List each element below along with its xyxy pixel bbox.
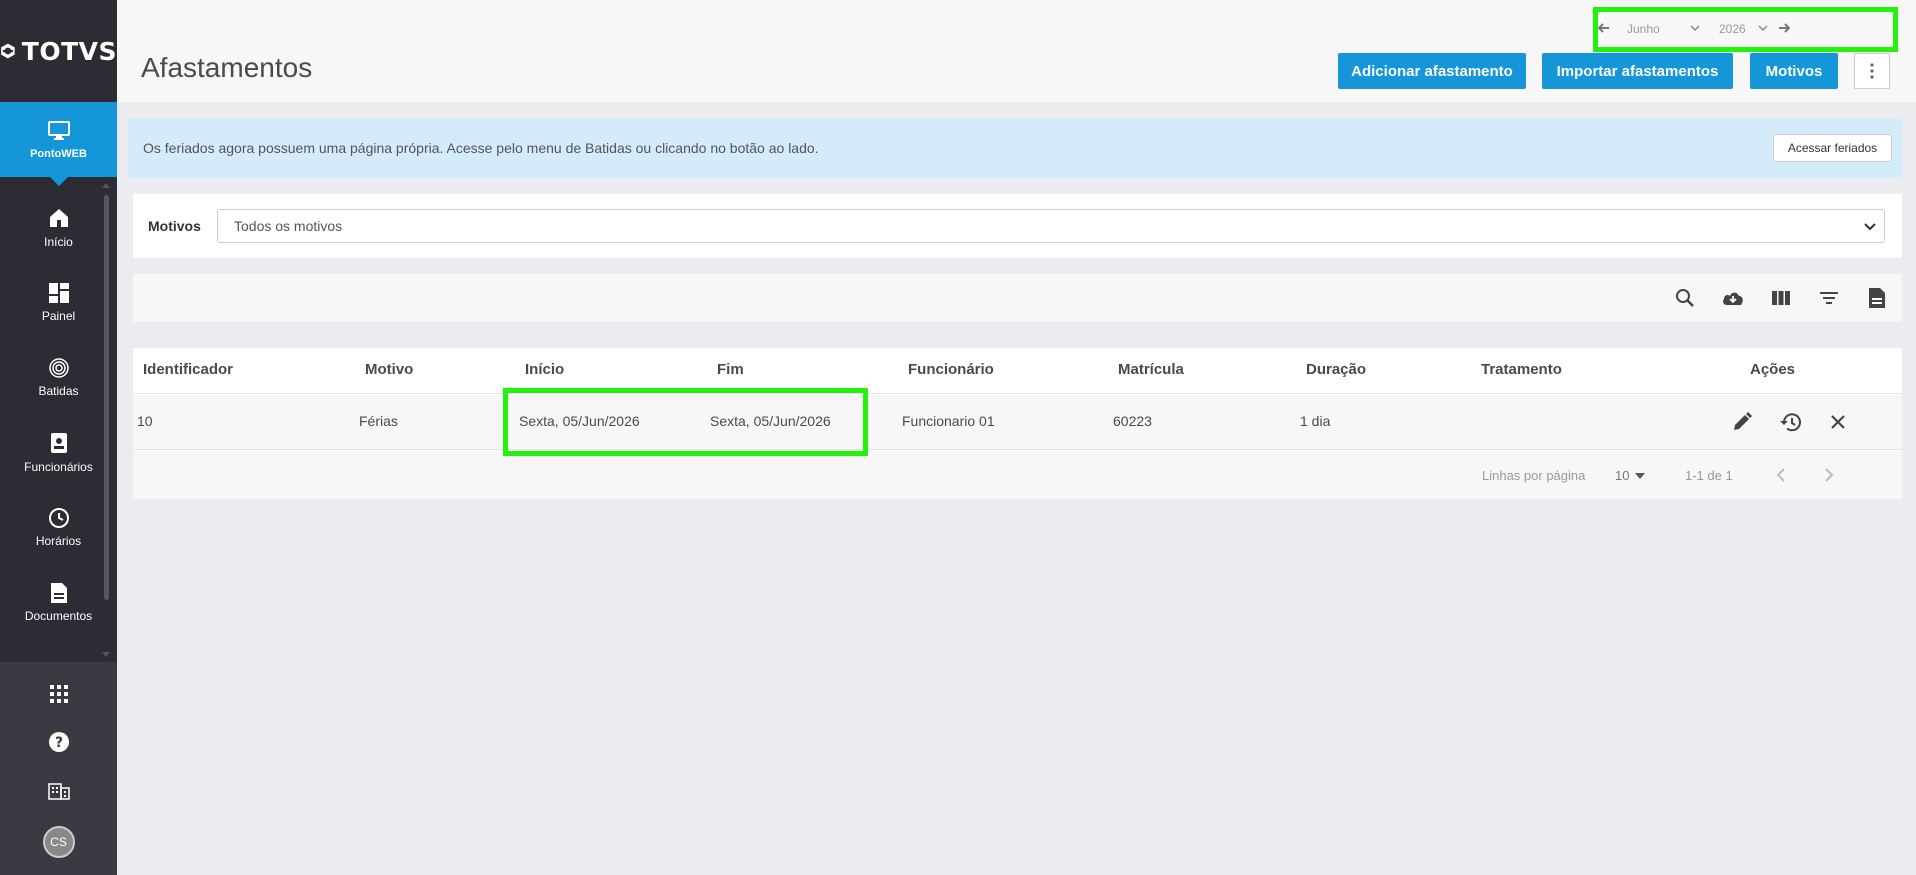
filter-icon[interactable]: [1817, 286, 1841, 310]
sidebar-item-label: Painel: [41, 309, 76, 323]
scroll-up-arrow[interactable]: [102, 183, 110, 188]
sidebar-item-horarios[interactable]: Horários: [0, 490, 117, 565]
building-icon[interactable]: [47, 778, 71, 802]
next-page-icon[interactable]: [1819, 465, 1839, 485]
pagination-range: 1-1 de 1: [1685, 468, 1733, 483]
period-highlight-box: [1593, 7, 1898, 52]
filter-label: Motivos: [148, 218, 201, 234]
banner-text: Os feriados agora possuem uma página pró…: [143, 140, 819, 156]
help-icon[interactable]: ?: [47, 730, 71, 754]
access-holidays-button[interactable]: Acessar feriados: [1773, 134, 1892, 162]
sidebar-item-label: Documentos: [24, 609, 93, 623]
sidebar-item-inicio[interactable]: Início: [0, 190, 117, 265]
cell-matricula: 60223: [1113, 413, 1152, 429]
sidebar-item-painel[interactable]: Painel: [0, 265, 117, 340]
cell-duracao: 1 dia: [1300, 413, 1331, 429]
report-icon[interactable]: [1865, 286, 1889, 310]
sidebar-item-label: Início: [44, 235, 73, 249]
sidebar: TOTVS PontoWEB Início Painel Batidas Fun…: [0, 0, 117, 875]
col-fim[interactable]: Fim: [717, 361, 744, 378]
sidebar-item-label: Funcionários: [24, 460, 93, 474]
col-duracao[interactable]: Duração: [1306, 361, 1366, 378]
history-icon[interactable]: [1778, 410, 1802, 434]
app-label: PontoWEB: [30, 147, 87, 160]
sidebar-item-funcionarios[interactable]: Funcionários: [0, 415, 117, 490]
edit-icon[interactable]: [1730, 410, 1754, 434]
dashboard-icon: [48, 283, 69, 303]
col-matricula[interactable]: Matrícula: [1118, 361, 1184, 378]
dates-highlight-box: [503, 388, 868, 456]
sidebar-item-label: Batidas: [38, 384, 79, 398]
logo-text: TOTVS: [21, 36, 117, 66]
badge-icon: [50, 433, 67, 453]
totvs-logo[interactable]: TOTVS: [0, 0, 117, 102]
table-toolbar: [133, 274, 1902, 322]
more-vertical-icon: [1870, 63, 1874, 79]
reasons-button[interactable]: Motivos: [1750, 53, 1838, 89]
page-title: Afastamentos: [141, 52, 313, 83]
close-icon[interactable]: [1826, 410, 1850, 434]
table-header: Identificador Motivo Início Fim Funcioná…: [133, 348, 1902, 394]
rows-per-page-select[interactable]: 10: [1615, 468, 1646, 483]
sidebar-item-documentos[interactable]: Documentos: [0, 565, 117, 640]
fingerprint-icon: [48, 358, 69, 378]
sidebar-item-batidas[interactable]: Batidas: [0, 340, 117, 415]
rows-per-page-value: 10: [1615, 468, 1630, 483]
chevron-down-icon: [1864, 223, 1876, 231]
reasons-select[interactable]: Todos os motivos: [217, 209, 1885, 243]
sidebar-bottom: ? CS: [0, 662, 117, 875]
monitor-icon: [47, 120, 70, 140]
columns-icon[interactable]: [1769, 286, 1793, 310]
col-funcionario[interactable]: Funcionário: [908, 361, 994, 378]
col-acoes: Ações: [1750, 361, 1796, 378]
search-icon[interactable]: [1673, 286, 1697, 310]
sidebar-item-label: Horários: [35, 534, 82, 548]
avatar[interactable]: CS: [42, 826, 75, 858]
col-identificador[interactable]: Identificador: [143, 361, 233, 378]
apps-grid-icon[interactable]: [47, 682, 71, 706]
svg-text:?: ?: [54, 735, 62, 751]
cell-motivo: Férias: [359, 413, 398, 429]
more-options-button[interactable]: [1854, 53, 1890, 89]
col-inicio[interactable]: Início: [525, 361, 564, 378]
cell-funcionario: Funcionario 01: [902, 413, 995, 429]
caret-down-icon: [1635, 472, 1646, 479]
table-row[interactable]: 10 Férias Sexta, 05/Jun/2026 Sexta, 05/J…: [133, 395, 1902, 450]
info-banner: Os feriados agora possuem uma página pró…: [128, 118, 1902, 178]
reasons-select-value: Todos os motivos: [234, 218, 343, 234]
sidebar-nav: Início Painel Batidas Funcionários Horár…: [0, 190, 117, 660]
totvs-logo-icon: [1, 43, 15, 59]
table-pagination: Linhas por página 10 1-1 de 1: [133, 451, 1902, 499]
col-motivo[interactable]: Motivo: [365, 361, 413, 378]
rows-per-page-label: Linhas por página: [1482, 468, 1586, 483]
app-pontoweb[interactable]: PontoWEB: [0, 102, 117, 186]
absences-table: Identificador Motivo Início Fim Funcioná…: [133, 348, 1902, 499]
filter-card: Motivos Todos os motivos: [133, 194, 1902, 258]
import-absences-button[interactable]: Importar afastamentos: [1542, 53, 1733, 89]
home-icon: [49, 209, 68, 227]
clock-icon: [48, 508, 69, 528]
document-icon: [50, 583, 67, 603]
cell-identificador: 10: [137, 413, 153, 429]
col-tratamento[interactable]: Tratamento: [1481, 361, 1562, 378]
download-cloud-icon[interactable]: [1721, 286, 1745, 310]
prev-page-icon[interactable]: [1771, 465, 1791, 485]
add-absence-button[interactable]: Adicionar afastamento: [1338, 53, 1526, 89]
